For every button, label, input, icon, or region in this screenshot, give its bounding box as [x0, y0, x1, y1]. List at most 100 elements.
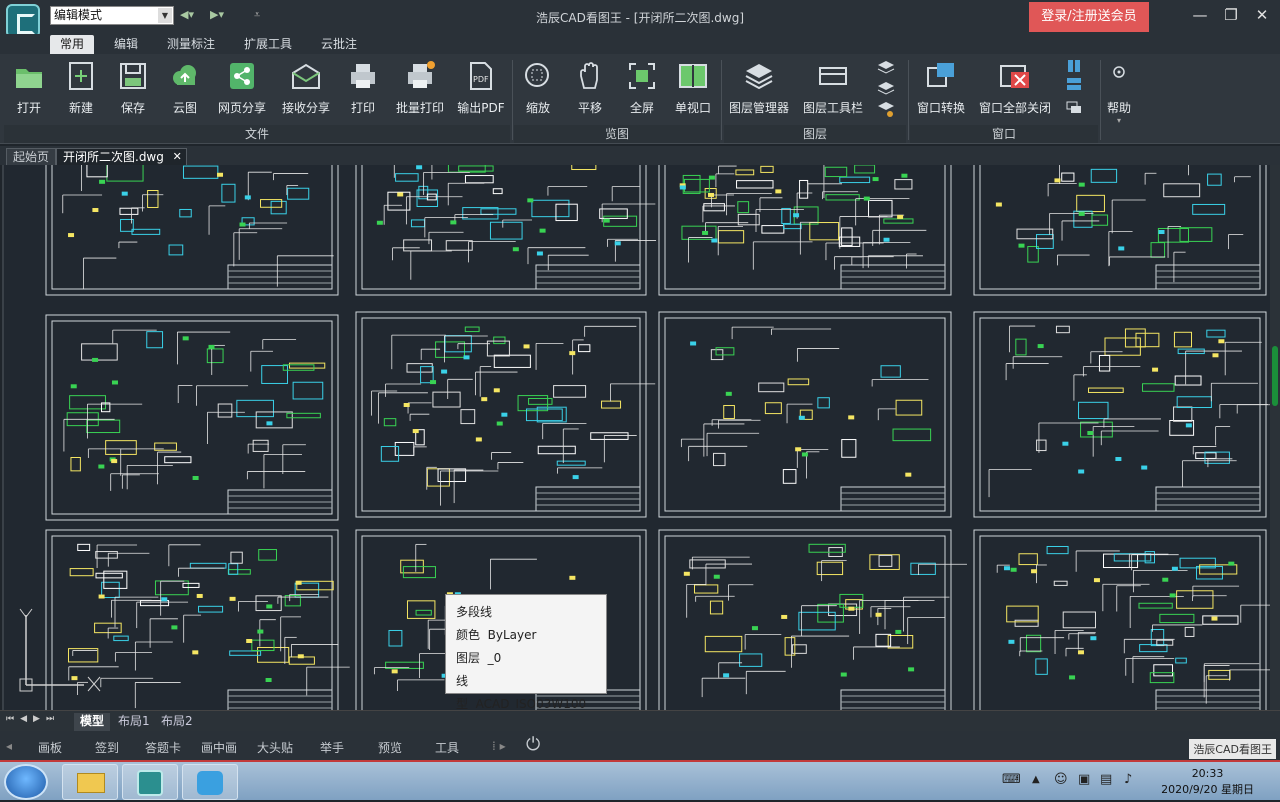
circuit-block: [292, 381, 324, 400]
window-switch-button[interactable]: 窗口转换: [914, 58, 968, 118]
ribbon: 打开 新建 保存 云图 网页分享 接收分享 打印 批量打印 PDF 输出PDF …: [0, 54, 1280, 144]
terminal-mark: [1008, 639, 1015, 644]
power-icon[interactable]: ⏻: [526, 734, 540, 755]
tab-model[interactable]: 模型: [74, 713, 111, 731]
clock[interactable]: 20:33 2020/9/20 星期日: [1161, 766, 1254, 798]
share-icon: [230, 63, 254, 89]
keyboard-icon[interactable]: ⌨: [1002, 772, 1021, 787]
circuit-block: [869, 554, 900, 570]
terminal-mark: [895, 629, 902, 634]
tab-common[interactable]: 常用: [50, 35, 95, 54]
terminal-mark: [1158, 230, 1165, 235]
circuit-block: [95, 551, 118, 559]
maximize-icon[interactable]: ❐: [1219, 6, 1243, 26]
terminal-mark: [1078, 182, 1085, 187]
batch-print-button[interactable]: 批量打印: [392, 58, 448, 118]
circuit-block: [1195, 452, 1217, 459]
save-button[interactable]: 保存: [112, 58, 154, 118]
tooltip-layer: 图层 _0: [456, 651, 502, 665]
receive-share-button[interactable]: 接收分享: [278, 58, 334, 118]
export-pdf-button[interactable]: PDF 输出PDF: [456, 58, 506, 118]
single-viewport-button[interactable]: 单视口: [670, 58, 716, 118]
terminal-mark: [848, 415, 855, 420]
qq-icon[interactable]: ☺: [1054, 772, 1068, 787]
cmd-photo-sticker[interactable]: 大头贴: [257, 739, 293, 756]
network-icon[interactable]: ▤: [1100, 772, 1112, 787]
drawing-canvas[interactable]: [2, 165, 1278, 710]
circuit-block: [1207, 173, 1222, 186]
circuit-block: [1153, 664, 1174, 677]
circuit-block: [236, 399, 274, 418]
circuit-block: [1138, 602, 1173, 609]
cmd-tools[interactable]: 工具: [435, 739, 459, 756]
cmd-whiteboard[interactable]: 画板: [38, 739, 62, 756]
terminal-mark: [441, 369, 448, 374]
open-button[interactable]: 打开: [8, 58, 50, 118]
pan-hand-icon: [580, 62, 598, 89]
terminal-mark: [840, 672, 847, 677]
cad-drawing[interactable]: [4, 165, 1278, 710]
volume-icon[interactable]: ♪: [1124, 772, 1132, 787]
tab-document[interactable]: 开闭所二次图.dwg ✕: [56, 148, 187, 165]
tab-layout2[interactable]: 布局2: [155, 713, 199, 731]
fullscreen-button[interactable]: 全屏: [622, 58, 662, 118]
terminal-mark: [1169, 593, 1176, 598]
tab-start-page[interactable]: 起始页: [6, 148, 57, 165]
terminal-mark: [1115, 457, 1122, 462]
circuit-block: [1173, 406, 1193, 422]
minimize-icon[interactable]: —: [1188, 6, 1212, 26]
cmd-preview[interactable]: 预览: [378, 739, 402, 756]
close-all-windows-icon: [1000, 65, 1029, 88]
terminal-mark: [603, 218, 610, 223]
command-bar: ◂ 画板 签到 答题卡 画中画 大头贴 举手 预览 工具 ⁞ ▸ ⏻: [0, 731, 1280, 760]
close-tab-icon[interactable]: ✕: [173, 149, 182, 165]
cloud-button[interactable]: 云图: [164, 58, 206, 118]
cmd-left-arrow-icon[interactable]: ◂: [6, 739, 12, 753]
layer-toolbar-button[interactable]: 图层工具栏: [800, 58, 866, 118]
start-button[interactable]: [4, 764, 48, 800]
new-button[interactable]: 新建: [60, 58, 102, 118]
help-button[interactable]: 帮助 ▾: [1102, 58, 1136, 125]
cmd-answer-card[interactable]: 答题卡: [145, 739, 181, 756]
print-button[interactable]: 打印: [342, 58, 384, 118]
pan-button[interactable]: 平移: [570, 58, 610, 118]
close-icon[interactable]: ✕: [1250, 6, 1274, 26]
taskbar-cad-viewer-icon[interactable]: [122, 764, 178, 800]
circuit-block: [528, 397, 553, 405]
terminal-mark: [614, 241, 621, 246]
scroll-thumb[interactable]: [1272, 346, 1278, 406]
close-all-windows-button[interactable]: 窗口全部关闭: [976, 58, 1054, 118]
window-layout-tools-icon[interactable]: [1064, 58, 1084, 122]
zoom-button[interactable]: 缩放: [518, 58, 558, 118]
circuit-block: [735, 169, 755, 176]
tray-expand-icon[interactable]: ▲: [1032, 774, 1040, 785]
tab-edit[interactable]: 编辑: [104, 35, 148, 54]
circuit-block: [1192, 203, 1226, 215]
tab-extensions[interactable]: 扩展工具: [234, 35, 302, 54]
tab-cloud-annotation[interactable]: 云批注: [311, 35, 367, 54]
circuit-block: [817, 397, 830, 409]
layer-manager-button[interactable]: 图层管理器: [726, 58, 792, 118]
taskbar-file-explorer-icon[interactable]: [62, 764, 118, 800]
circuit-block: [1163, 183, 1201, 198]
tab-layout1[interactable]: 布局1: [112, 713, 156, 731]
circuit-block: [760, 165, 774, 173]
terminal-mark: [481, 397, 488, 402]
cmd-checkin[interactable]: 签到: [95, 739, 119, 756]
layer-small-tools-icon[interactable]: [876, 58, 896, 122]
terminal-mark: [908, 667, 915, 672]
terminal-mark: [297, 654, 304, 659]
taskbar-video-app-icon[interactable]: [182, 764, 238, 800]
cmd-pip[interactable]: 画中画: [201, 739, 237, 756]
web-share-button[interactable]: 网页分享: [214, 58, 270, 118]
layout-nav-arrows-icon[interactable]: ⏮◀▶⏭: [6, 714, 60, 724]
tab-measure[interactable]: 测量标注: [157, 35, 225, 54]
device-icon[interactable]: ▣: [1078, 772, 1090, 787]
circuit-block: [1176, 396, 1212, 409]
cmd-more-arrow-icon[interactable]: ⁞ ▸: [492, 739, 506, 753]
terminal-mark: [1171, 566, 1178, 571]
circuit-block: [556, 460, 586, 466]
login-register-button[interactable]: 登录/注册送会员: [1029, 2, 1149, 32]
vertical-scrollbar[interactable]: [1270, 165, 1280, 710]
cmd-raise-hand[interactable]: 举手: [320, 739, 344, 756]
